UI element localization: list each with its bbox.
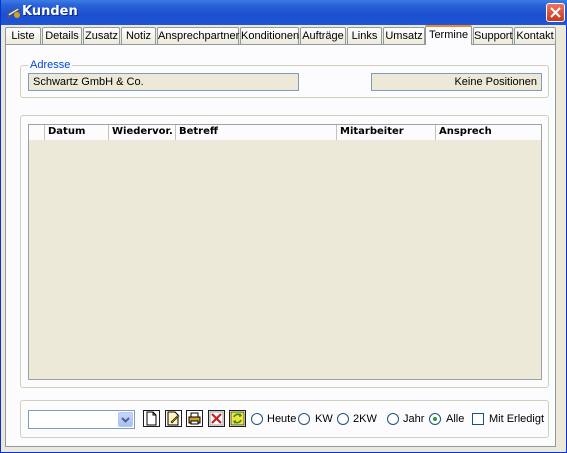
tab-kontakt[interactable]: Kontakt [514,27,556,45]
tab-umsatz[interactable]: Umsatz [383,27,425,45]
filter-combo[interactable] [28,410,135,429]
close-button[interactable] [546,3,565,22]
radio-heute[interactable] [251,413,263,425]
tab-zusatz[interactable]: Zusatz [83,27,120,45]
col-mitarbeiter[interactable]: Mitarbeiter [337,125,436,140]
tab-ansprechpartner[interactable]: Ansprechpartner [157,27,239,45]
radio-kw[interactable] [298,413,310,425]
delete-icon [209,411,224,426]
tab-support[interactable]: Support [473,27,513,45]
new-document-icon [146,411,157,426]
radio-alle[interactable] [429,413,441,425]
label-jahr: Jahr [403,413,425,425]
tab-auftraege[interactable]: Aufträge [300,27,346,45]
row-indicator-header [29,125,45,140]
delete-button[interactable] [208,410,225,427]
edit-button[interactable] [165,410,182,427]
tab-termine[interactable]: Termine [425,25,472,45]
customer-name-field: Schwartz GmbH & Co. [28,73,299,91]
printer-icon [188,412,201,425]
close-icon [550,7,561,18]
tab-links[interactable]: Links [347,27,382,45]
table-header: Datum Wiedervor. Betreff Mitarbeiter Ans… [29,125,541,140]
edit-document-icon [167,411,180,426]
col-wiedervorlage[interactable]: Wiedervor. [109,125,176,140]
radio-jahr[interactable] [387,413,399,425]
appointments-table[interactable]: Datum Wiedervor. Betreff Mitarbeiter Ans… [28,124,542,380]
positions-field: Keine Positionen [371,73,542,91]
col-ansprech[interactable]: Ansprech [436,125,541,140]
address-legend: Adresse [28,59,73,71]
label-mit-erledigt: Mit Erledigt [489,413,545,425]
col-datum[interactable]: Datum [45,125,109,140]
label-alle: Alle [446,413,465,425]
refresh-button[interactable] [229,410,246,427]
radio-2kw[interactable] [337,413,349,425]
kunden-window: Kunden Liste Details Zusatz Notiz Anspre… [0,0,567,453]
new-button[interactable] [143,410,160,427]
app-icon [7,7,20,18]
label-kw: KW [315,413,333,425]
refresh-icon [230,411,245,426]
tab-konditionen[interactable]: Konditionen [240,27,299,45]
print-button[interactable] [186,410,203,427]
label-2kw: 2KW [353,413,377,425]
title-bar[interactable]: Kunden [1,0,567,25]
col-betreff[interactable]: Betreff [176,125,337,140]
tab-details[interactable]: Details [42,27,82,45]
tab-notiz[interactable]: Notiz [121,27,156,45]
window-title: Kunden [22,4,78,19]
combo-dropdown-button[interactable] [118,412,133,427]
label-heute: Heute [267,413,297,425]
mit-erledigt-checkbox[interactable] [472,413,484,425]
chevron-down-icon [121,417,130,423]
tab-liste[interactable]: Liste [5,27,41,45]
